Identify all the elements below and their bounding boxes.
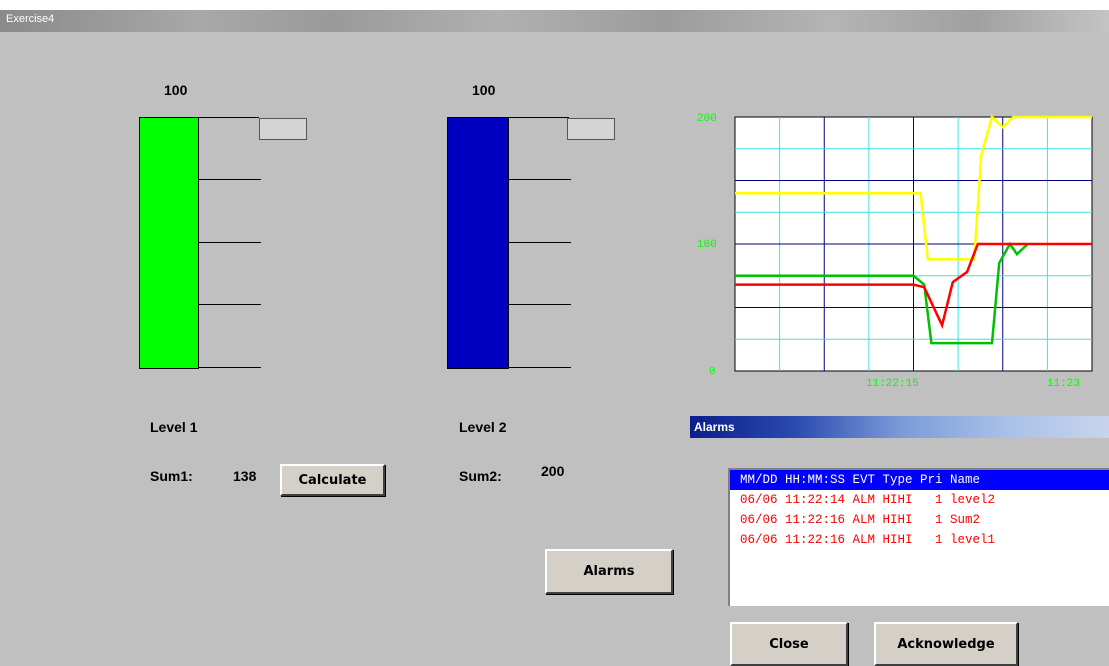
sum1-value: 138 (233, 468, 257, 484)
x-tick-label: 11:23 (1047, 378, 1080, 390)
alarm-row[interactable]: 06/06 11:22:16 ALM HIHI 1 Sum2 (730, 510, 1109, 530)
level1-tick (199, 242, 261, 243)
level1-tick (199, 304, 261, 305)
alarm-list[interactable]: MM/DD HH:MM:SS EVT Type Pri Name 06/06 1… (728, 468, 1109, 606)
close-button[interactable]: Close (730, 622, 848, 666)
alarms-button[interactable]: Alarms (545, 549, 673, 594)
y-tick-label: 200 (697, 113, 717, 125)
level2-tick (509, 304, 571, 305)
top-strip (0, 0, 1109, 10)
level2-tick (509, 367, 571, 368)
level2-max-label: 100 (472, 82, 496, 98)
level2-slider-handle[interactable] (567, 118, 615, 140)
level1-max-label: 100 (164, 82, 188, 98)
y-tick-label: 100 (697, 239, 717, 251)
alarms-dialog-title-bar: Alarms (690, 416, 1109, 438)
level1-tick (199, 179, 261, 180)
alarms-dialog-title: Alarms (694, 420, 735, 434)
level1-label: Level 1 (150, 419, 198, 435)
alarm-row[interactable]: 06/06 11:22:16 ALM HIHI 1 level1 (730, 530, 1109, 550)
sum1-label: Sum1: (150, 468, 193, 484)
alarm-list-header: MM/DD HH:MM:SS EVT Type Pri Name (730, 470, 1109, 490)
acknowledge-button[interactable]: Acknowledge (874, 622, 1018, 666)
level2-scale-line (507, 117, 569, 118)
y-tick-label: 0 (709, 366, 716, 378)
window-title: Exercise4 (6, 13, 55, 25)
alarm-row[interactable]: 06/06 11:22:14 ALM HIHI 1 level2 (730, 490, 1109, 510)
level2-tick (509, 179, 571, 180)
level1-bar (139, 117, 199, 369)
level1-slider-handle[interactable] (259, 118, 307, 140)
window-title-bar: Exercise4 (0, 10, 1109, 32)
level2-label: Level 2 (459, 419, 507, 435)
sum2-value: 200 (541, 463, 565, 479)
level2-bar (447, 117, 509, 369)
sum2-label: Sum2: (459, 468, 502, 484)
trend-chart: 200 100 0 11:22:15 11:23 (697, 113, 1093, 390)
level2-tick (509, 242, 571, 243)
alarms-dialog: Alarms MM/DD HH:MM:SS EVT Type Pri Name … (690, 416, 1109, 666)
level1-scale-line (197, 117, 259, 118)
x-tick-label: 11:22:15 (866, 378, 919, 390)
calculate-button[interactable]: Calculate (280, 464, 385, 496)
level1-tick (199, 367, 261, 368)
